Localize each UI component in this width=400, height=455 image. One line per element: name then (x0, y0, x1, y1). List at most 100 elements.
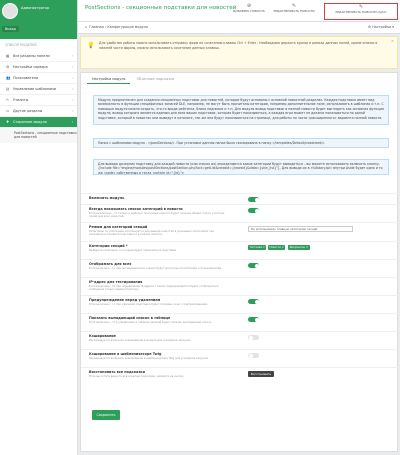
sidebar-item-label: Сторонние модули (13, 120, 47, 124)
setting-label: Всегда показывать список категорий в нов… (89, 207, 183, 211)
setting-help: Выберите категории, к которым будет прим… (89, 248, 177, 252)
setting-select[interactable]: Не использовать главную категорию секций (248, 226, 353, 232)
sidebar-item-label: Управление шаблонами (13, 87, 56, 91)
setting-toggle[interactable] (248, 299, 259, 304)
add-news-button[interactable]: ⊕ ДОБАВИТЬ НОВОСТЬ (228, 3, 270, 20)
settings-row: Всегда показывать список категорий в нов… (81, 204, 399, 222)
sidebar-item[interactable]: ▭ Другие разделы › (0, 106, 77, 117)
setting-help: Рекомендуется включать кэширование в шаб… (89, 356, 210, 360)
setting-help: Категорию по умолчанию используется для … (89, 229, 215, 236)
close-icon[interactable]: × (391, 39, 394, 43)
user-name: Администратор (21, 6, 50, 10)
close-icon[interactable]: × (281, 246, 284, 249)
setting-toggle[interactable] (248, 197, 259, 202)
chip-label: Тестовая (249, 246, 262, 249)
sidebar-item-label: Пользователи (13, 76, 39, 80)
sidebar-item[interactable]: 👥 Пользователи › (0, 73, 77, 84)
sidebar-item-label: Утилиты (13, 98, 29, 102)
chevron-right-icon: › (71, 76, 73, 80)
setting-label: Предупреждение перед удалением (89, 298, 161, 302)
sidebar: Администратор Выход СПИСОК МОДУЛЕЙ ▦ Все … (0, 0, 78, 455)
setting-help: Если включено - то в управлении в таблиц… (89, 320, 213, 324)
grid-icon: ▦ (6, 54, 10, 58)
settings-panel: Настройки модуля Облачные подсказки Моду… (80, 72, 399, 452)
setting-label: Режим для категорий секций (89, 225, 148, 229)
settings-row: Предупреждение перед удалением Если включ… (81, 295, 399, 313)
sidebar-item[interactable]: ▤ Управление шаблонами › (0, 84, 77, 95)
settings-row: Кэширование в шаблонизаторе Twig Рекоменд… (81, 349, 399, 367)
close-icon[interactable]: × (262, 246, 265, 249)
chevron-right-icon: › (71, 120, 73, 124)
settings-row: Режим для категорий секций Категорию по у… (81, 222, 399, 241)
setting-help: Рекомендуется включать кэширование в мод… (89, 338, 192, 342)
setting-help: Если включено - то при активизации все с… (89, 266, 223, 270)
tabs: Настройки модуля Облачные подсказки (87, 75, 179, 84)
settings-row: IP-адрес для тестирования Если включено -… (81, 277, 399, 295)
edit-news-button[interactable]: ✎ РЕДАКТИРОВАТЬ НОВОСТИ (270, 3, 318, 20)
page-title: PostSections - секционные подставки для … (85, 5, 237, 11)
info-description: Модуль предназначен для создания секцион… (93, 95, 389, 125)
tip-text: Для удобства работы можно использовать о… (99, 41, 378, 50)
sidebar-item-label: Все разделы панели (13, 54, 50, 58)
setting-label: Отображать для всех (89, 262, 132, 266)
setting-label: Кэширование (89, 334, 116, 338)
chevron-right-icon: › (71, 65, 73, 69)
category-chip[interactable]: Новости × (268, 245, 286, 250)
settings-dropdown[interactable]: ⚙ Настройки ▾ (368, 25, 394, 29)
info-include-code: Для вывода дочерних подставку для каждой… (93, 159, 389, 175)
setting-help: Если включено - то при удалении подставк… (89, 302, 208, 306)
sidebar-item[interactable]: ✂ Утилиты › (0, 95, 77, 106)
template-icon: ▤ (6, 87, 10, 91)
sidebar-menu: ▦ Все разделы панели › ⚙ Настройки сервера › 👥… (0, 51, 77, 128)
category-chip[interactable]: Тестовая × (248, 245, 267, 250)
category-chip[interactable]: Документы × (288, 245, 310, 250)
tools-icon: ✂ (6, 98, 10, 102)
breadcrumb: ⌂ Главная › Конфигурация модуля (85, 25, 148, 29)
logout-link[interactable]: Выход (2, 26, 19, 32)
sidebar-item[interactable]: ✚ Сторонние модули › (0, 117, 77, 128)
setting-help: Если включено - то при определении IP-ад… (89, 284, 219, 291)
setting-toggle[interactable] (248, 353, 259, 358)
setting-label: IP-адрес для тестирования (89, 280, 143, 284)
edit-news-ajax-button[interactable]: ✎ РЕДАКТИРОВАТЬ НОВОСТИ (AJAX) (324, 3, 398, 20)
sidebar-section-label: СПИСОК МОДУЛЕЙ (5, 43, 37, 47)
tip-banner: 💡 Для удобства работы можно использовать… (80, 36, 398, 69)
setting-label: Показать выпадающий список в таблице (89, 316, 171, 320)
settings-row: Восстановить все подсказки Если вы хотите… (81, 367, 399, 385)
chevron-right-icon: › (71, 54, 73, 58)
tab-cloud-tips[interactable]: Облачные подсказки (132, 75, 180, 83)
setting-toggle[interactable] (248, 317, 259, 322)
setting-help: Если вы хотите вернуть все скрытые подск… (89, 374, 185, 378)
folder-icon: ▭ (6, 109, 10, 113)
sidebar-item-label: Настройки сервера (13, 65, 48, 69)
lightbulb-icon: 💡 (87, 42, 95, 49)
chevron-right-icon: › (71, 98, 73, 102)
close-icon[interactable]: × (305, 246, 308, 249)
server-icon: ⚙ (6, 65, 10, 69)
avatar[interactable] (2, 3, 18, 19)
setting-label: Кэширование в шаблонизаторе Twig (89, 352, 162, 356)
sidebar-item[interactable]: ▦ Все разделы панели › (0, 51, 77, 62)
setting-toggle[interactable] (248, 335, 259, 340)
save-button[interactable]: Сохранить (92, 410, 120, 420)
setting-toggle[interactable] (248, 208, 259, 213)
tab-module-settings[interactable]: Настройки модуля (87, 75, 131, 84)
settings-row: Отображать для всех Если включено - то пр… (81, 259, 399, 277)
sidebar-subitem-postsections[interactable]: PostSections - секционные подставки для … (0, 128, 77, 143)
sidebar-item-label: Другие разделы (13, 109, 43, 113)
sidebar-item[interactable]: ⚙ Настройки сервера › (0, 62, 77, 73)
breadcrumb-home[interactable]: Главная (89, 25, 104, 29)
setting-toggle[interactable] (248, 263, 259, 268)
chevron-right-icon: › (71, 87, 73, 91)
info-templates-folder: Папка с шаблонами модуля - «/postSection… (93, 138, 389, 148)
settings-row: Кэширование Рекомендуется включать кэширо… (81, 331, 399, 349)
puzzle-icon: ✚ (6, 120, 10, 124)
gear-icon: ⚙ (367, 25, 371, 29)
chip-label: Новости (269, 246, 281, 249)
setting-help: Если выключено - то только к шаблоне пои… (89, 211, 225, 218)
restore-tips-button[interactable]: Восстановить (248, 371, 274, 377)
chevron-right-icon: › (71, 109, 73, 113)
home-icon[interactable]: ⌂ (85, 25, 87, 29)
setting-label: Включить модуль (89, 196, 125, 200)
setting-label: Категории секций * (89, 244, 128, 248)
